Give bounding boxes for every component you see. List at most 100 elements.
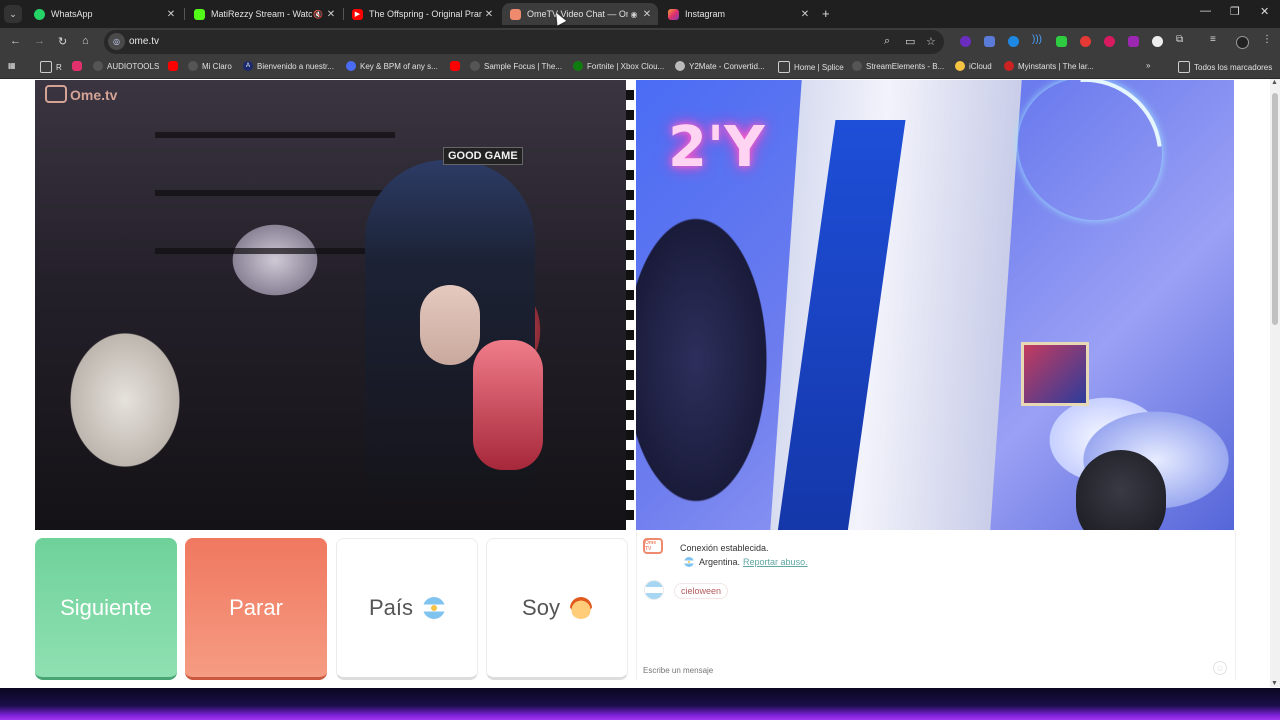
bookmark-youtube[interactable] [168,61,182,71]
report-abuse-link[interactable]: Reportar abuso. [743,557,808,567]
forward-icon[interactable]: → [34,35,45,47]
bookmark-folder-r[interactable]: R [40,61,62,73]
tab-strip: ⌄ WhatsApp ✕ MatiRezzy Stream - Watch L … [0,0,1280,28]
tab-kick-stream[interactable]: MatiRezzy Stream - Watch L 🔇 ✕ [186,3,342,25]
local-video-feed [35,80,634,530]
extension-blue-icon[interactable] [1008,36,1019,47]
stranger-message: cieloween [674,583,729,599]
country-button[interactable]: País [336,538,478,680]
bookmark-label: Home | Splice [794,62,844,72]
bookmark-audiotools[interactable]: AUDIOTOOLS [93,61,159,71]
extensions-puzzle-icon[interactable]: ⧉ [1176,34,1183,45]
bookmark-sample-focus[interactable]: Sample Focus | The... [470,61,562,71]
tab-instagram[interactable]: Instagram ✕ [660,3,816,25]
country-name: Argentina. [699,557,741,567]
emoji-icon[interactable]: ☺ [1213,661,1227,675]
tab-title: MatiRezzy Stream - Watch L [211,9,312,19]
address-bar[interactable]: ◎ ome.tv ⌕ ▭ ☆ [104,30,944,54]
gender-button[interactable]: Soy [486,538,628,680]
site-info-icon[interactable]: ◎ [108,33,125,50]
tab-title: OmeTV Video Chat — Ome [527,9,628,19]
bookmark-myinstants[interactable]: Myinstants | The lar... [1004,61,1094,71]
message-input[interactable] [643,664,1203,676]
local-face [420,285,480,365]
extension-violet-icon[interactable] [1128,36,1139,47]
bookmark-youtube-2[interactable] [450,61,464,71]
extension-audio-icon[interactable]: ))) [1032,34,1042,45]
zoom-icon[interactable]: ⌕ [884,35,890,48]
bookmark-splice[interactable]: Home | Splice [778,61,844,73]
gender-label: Soy [522,595,560,620]
reload-icon[interactable]: ↻ [58,35,67,48]
extension-green-icon[interactable] [1056,36,1067,47]
tab-ometv[interactable]: OmeTV Video Chat — Ome ◉ ✕ [502,3,658,25]
extension-purple-icon[interactable] [960,36,971,47]
bookmark-bienvenido[interactable]: A Bienvenido a nuestr... [243,61,334,71]
reading-list-icon[interactable]: ≡ [1210,34,1216,45]
xbox-icon [573,61,583,71]
more-bookmarks-icon[interactable]: » [1146,61,1150,70]
apps-grid-icon[interactable]: ▦ [8,61,16,70]
remote-microphone [1076,450,1166,530]
scroll-thumb[interactable] [1272,93,1278,325]
close-window-icon[interactable]: ✕ [1260,5,1269,18]
cast-icon[interactable]: ▭ [905,35,915,48]
bookmark-instagram[interactable] [72,61,86,71]
extension-white-icon[interactable] [1152,36,1163,47]
restore-icon[interactable]: ❐ [1230,5,1240,18]
bookmark-label: StreamElements - B... [866,61,945,71]
system-message: Conexión establecida. [680,543,769,553]
bookmark-key-bpm[interactable]: Key & BPM of any s... [346,61,438,71]
close-icon[interactable]: ✕ [324,9,338,20]
bookmark-y2mate[interactable]: Y2Mate - Convertid... [675,61,765,71]
home-icon[interactable]: ⌂ [82,35,89,47]
extension-red-icon[interactable] [1080,36,1091,47]
menu-kebab-icon[interactable]: ⋮ [1262,34,1272,45]
page-scrollbar[interactable]: ▲ ▼ [1270,79,1280,687]
url-text[interactable]: ome.tv [129,36,159,47]
desktop-taskbar [0,688,1280,720]
scroll-down-icon[interactable]: ▼ [1271,680,1278,687]
close-icon[interactable]: ✕ [640,9,654,20]
bookmark-icloud[interactable]: iCloud [955,61,992,71]
site-icon [675,61,685,71]
bookmark-label: Myinstants | The lar... [1018,61,1094,71]
bookmark-label: Sample Focus | The... [484,61,562,71]
muted-icon[interactable]: 🔇 [312,10,324,19]
back-icon[interactable]: ← [10,35,21,47]
bookmark-star-icon[interactable]: ☆ [926,35,936,48]
icloud-icon [955,61,965,71]
stop-label: Parar [229,594,283,620]
bookmark-fortnite[interactable]: Fortnite | Xbox Clou... [573,61,664,71]
new-tab-button[interactable]: + [822,6,830,21]
tab-title: The Offspring - Original Prank [369,9,482,19]
youtube-icon: ▶ [352,8,363,20]
boy-avatar-icon [569,597,592,619]
tab-youtube-offspring[interactable]: ▶ The Offspring - Original Prank ✕ [344,3,500,25]
stop-button[interactable]: Parar [185,538,327,680]
minimize-icon[interactable]: — [1200,5,1211,17]
scroll-up-icon[interactable]: ▲ [1271,79,1278,86]
close-icon[interactable]: ✕ [482,9,496,20]
close-icon[interactable]: ✕ [164,9,178,20]
neon-sign: 2'Y [668,115,765,180]
bookmark-label: Todos los marcadores [1194,62,1273,72]
bookmark-mi-claro[interactable]: Mi Claro [188,61,232,71]
instagram-icon [72,61,82,71]
youtube-icon [168,61,178,71]
globe-icon [470,61,480,71]
bookmark-streamelements[interactable]: StreamElements - B... [852,61,944,71]
globe-icon [188,61,198,71]
site-icon: A [243,61,253,71]
close-icon[interactable]: ✕ [798,9,812,20]
all-bookmarks-folder[interactable]: Todos los marcadores [1178,61,1272,73]
extension-translate-icon[interactable] [984,36,995,47]
tab-whatsapp[interactable]: WhatsApp ✕ [26,3,182,25]
extension-pink-icon[interactable] [1104,36,1115,47]
profile-avatar[interactable] [1236,36,1249,49]
tab-search-button[interactable]: ⌄ [4,5,22,23]
next-button[interactable]: Siguiente [35,538,177,680]
tab-separator [184,8,185,20]
bookmark-label: AUDIOTOOLS [107,61,160,71]
instagram-icon [668,8,679,20]
